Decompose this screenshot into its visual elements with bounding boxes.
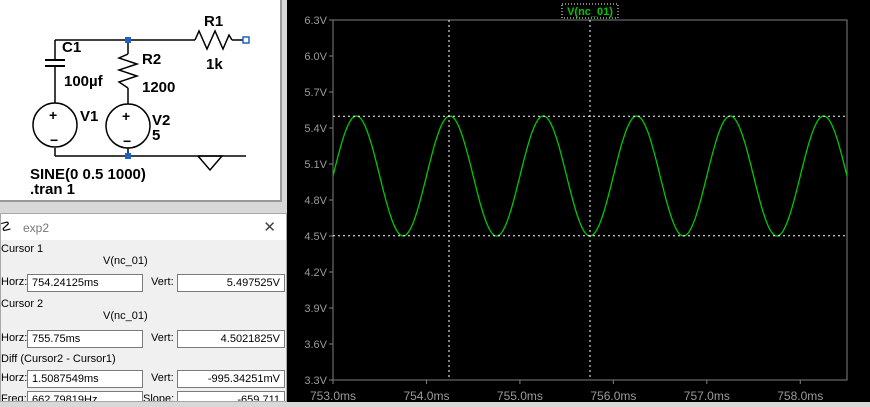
y-tick-label: 6.0V [304,51,327,63]
v1-plus-glyph: + [49,107,57,123]
diff-vert-field[interactable]: -995.34251mV [177,370,285,388]
cursor2-vert-label: Vert: [151,332,174,344]
y-tick-label: 3.9V [304,303,327,315]
cursor-readout-window[interactable]: ☡ exp2 ✕ Cursor 1 V(nc_01) Horz: 754.241… [0,213,287,402]
diff-slope-label: Slope: [143,393,175,402]
waveform-viewer[interactable]: 6.3V 6.0V 5.7V 5.4V 5.1V 4.8V 4.5V 4.2V 3.9V 3.6V… [287,0,870,403]
cursor1-vert-field[interactable]: 5.497525V [177,274,285,292]
cursor1-trace-label: V(nc_01) [103,255,148,267]
cursor1-group-label: Cursor 1 [1,243,44,255]
window-title: exp2 [23,221,50,235]
x-tick-label: 755.0ms [497,389,543,402]
cursor1-horz-label: Horz: [1,276,28,288]
y-tick-label: 3.3V [304,375,327,387]
r2-resistor[interactable] [116,53,140,89]
y-tick-label: 6.3V [304,15,327,27]
node-dot-bottom[interactable] [125,153,131,159]
x-tick-label: 756.0ms [590,389,636,402]
cursor1-vert-label: Vert: [151,276,174,288]
ground-icon[interactable] [197,155,224,172]
r1-name-label[interactable]: R1 [204,13,223,30]
waveform-plot[interactable]: 6.3V 6.0V 5.7V 5.4V 5.1V 4.8V 4.5V 4.2V 3.9V 3.6V… [287,0,870,403]
v2-value-label[interactable]: 5 [152,127,160,144]
window-titlebar[interactable]: ☡ exp2 ✕ [1,214,286,240]
x-tick-label: 754.0ms [403,389,449,402]
cursor2-group-label: Cursor 2 [1,298,44,310]
diff-horz-label: Horz: [1,372,28,384]
y-tick-label: 5.1V [304,159,327,171]
v1-name-label[interactable]: V1 [80,108,98,125]
schematic-canvas: + − + − C1 100µf R2 1200 R1 1k V1 V2 5 S… [30,13,250,198]
c1-value-label[interactable]: 100µf [64,73,104,90]
diff-freq-field[interactable]: 662.79819Hz [27,391,143,401]
spice-directive[interactable]: .tran 1 [30,181,75,198]
diff-slope-field[interactable]: -659.711 [177,391,285,401]
x-tick-label: 757.0ms [684,389,730,402]
trace-name-label[interactable]: V(nc_01) [567,6,613,18]
y-tick-label: 5.4V [304,123,327,135]
y-tick-label: 3.6V [304,339,327,351]
v2-minus-glyph: − [123,133,131,149]
r1-value-label[interactable]: 1k [206,56,223,73]
schematic-pane[interactable]: + − + − C1 100µf R2 1200 R1 1k V1 V2 5 S… [0,0,282,202]
ltspice-app-icon: ☡ [0,219,12,234]
r1-resistor[interactable] [194,29,233,51]
c1-name-label[interactable]: C1 [62,39,81,56]
y-tick-label: 4.5V [304,231,327,243]
node-dot-top[interactable] [125,37,131,43]
cursor2-vert-field[interactable]: 4.5021825V [177,330,285,348]
diff-vert-label: Vert: [151,372,174,384]
r2-name-label[interactable]: R2 [142,51,161,68]
net-label-port[interactable] [242,36,250,44]
r2-value-label[interactable]: 1200 [142,79,175,96]
v2-plus-glyph: + [122,108,130,124]
y-tick-label: 5.7V [304,87,327,99]
diff-freq-label: Freq: [1,393,27,402]
diff-horz-field[interactable]: 1.5087549ms [27,370,143,388]
x-tick-label: 753.0ms [310,389,356,402]
close-icon[interactable]: ✕ [263,218,276,236]
cursor2-horz-field[interactable]: 755.75ms [27,330,143,348]
y-tick-label: 4.2V [304,267,327,279]
v1-minus-glyph: − [50,132,58,148]
cursor2-trace-label: V(nc_01) [103,310,148,322]
y-tick-label: 4.8V [304,195,327,207]
x-tick-label: 758.0ms [777,389,823,402]
cursor1-horz-field[interactable]: 754.24125ms [27,274,143,292]
cursor2-horz-label: Horz: [1,332,28,344]
diff-group-label: Diff (Cursor2 - Cursor1) [1,353,116,365]
